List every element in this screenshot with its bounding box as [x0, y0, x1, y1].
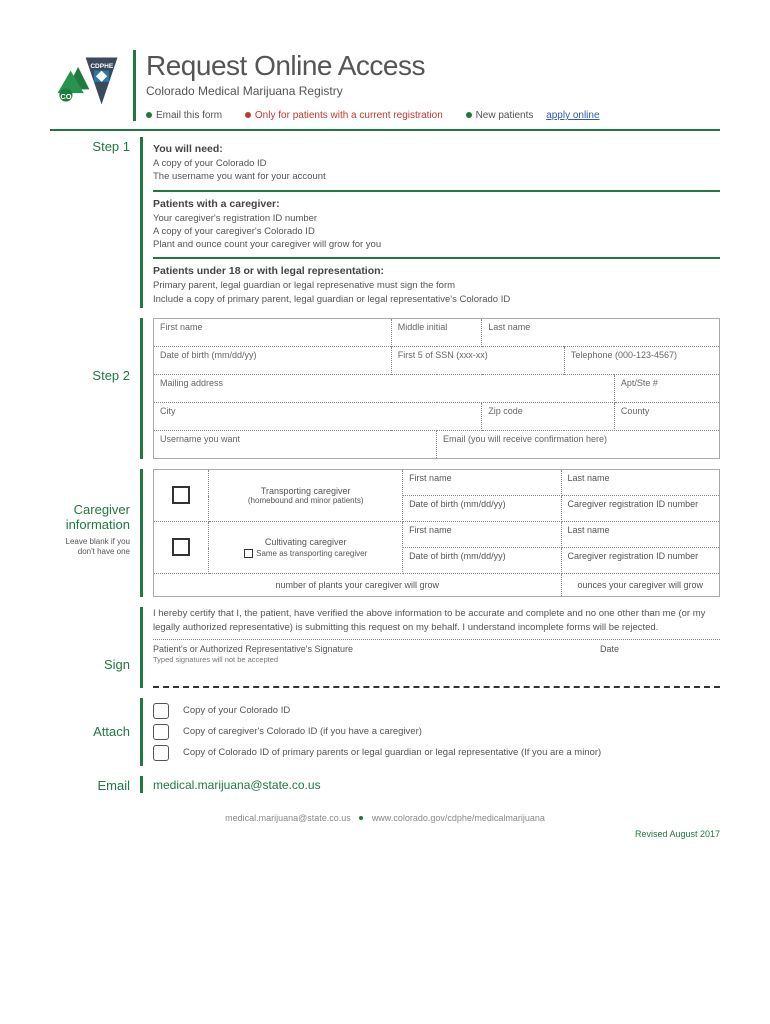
last-name-field[interactable]: Last name — [482, 319, 720, 347]
minor-heading: Patients under 18 or with legal represen… — [153, 265, 720, 277]
email-field[interactable]: Email (you will receive confirmation her… — [437, 431, 720, 459]
cultivate-first-name[interactable]: First name — [403, 522, 561, 548]
footer-email: medical.marijuana@state.co.us — [225, 813, 351, 823]
signature-line[interactable] — [153, 686, 720, 688]
certify-text: I hereby certify that I, the patient, ha… — [153, 607, 720, 640]
page-title: Request Online Access — [146, 50, 720, 82]
step-1-section: Step 1 You will need: A copy of your Col… — [50, 137, 720, 308]
caregiver-section: Caregiver information Leave blank if you… — [50, 469, 720, 597]
dob-field[interactable]: Date of birth (mm/dd/yy) — [154, 347, 392, 375]
bullet-current-only: Only for patients with a current registr… — [255, 110, 443, 121]
header-bullets: Email this form Only for patients with a… — [146, 110, 720, 121]
patient-info-table: First name Middle initial Last name Date… — [153, 318, 720, 459]
first-name-field[interactable]: First name — [154, 319, 392, 347]
zip-field[interactable]: Zip code — [482, 403, 615, 431]
email-section: Email medical.marijuana@state.co.us — [50, 776, 720, 793]
username-field[interactable]: Username you want — [154, 431, 437, 459]
svg-text:CO: CO — [60, 92, 71, 101]
apply-online-link[interactable]: apply online — [546, 110, 599, 121]
cultivate-last-name[interactable]: Last name — [561, 522, 719, 548]
need-line-1: A copy of your Colorado ID — [153, 157, 720, 170]
attach-item-1: Copy of your Colorado ID — [183, 705, 290, 716]
cdphe-logo: CO CDPHE — [50, 50, 125, 116]
plants-field[interactable]: number of plants your caregiver will gro… — [154, 574, 562, 597]
same-as-label: Same as transporting caregiver — [256, 549, 367, 558]
bullet-new-patients: New patients — [476, 110, 537, 121]
county-field[interactable]: County — [614, 403, 719, 431]
need-line-2: The username you want for your account — [153, 170, 720, 183]
attach-item-3: Copy of Colorado ID of primary parents o… — [183, 747, 601, 758]
cultivate-reg-id[interactable]: Caregiver registration ID number — [561, 548, 719, 574]
caregiver-line-3: Plant and ounce count your caregiver wil… — [153, 238, 720, 251]
transporting-sublabel: (homebound and minor patients) — [213, 496, 398, 505]
attach-item-2: Copy of caregiver's Colorado ID (if you … — [183, 726, 422, 737]
step-1-label: Step 1 — [50, 137, 140, 308]
same-as-checkbox[interactable] — [244, 549, 253, 558]
transport-first-name[interactable]: First name — [403, 470, 561, 496]
step-2-label: Step 2 — [50, 318, 140, 459]
date-label: Date — [600, 644, 720, 664]
email-address: medical.marijuana@state.co.us — [153, 776, 720, 792]
ounces-field[interactable]: ounces your caregiver will grow — [561, 574, 719, 597]
svg-text:CDPHE: CDPHE — [90, 63, 114, 70]
mailing-address-field[interactable]: Mailing address — [154, 375, 615, 403]
footer: medical.marijuana@state.co.us www.colora… — [50, 813, 720, 839]
transport-dob[interactable]: Date of birth (mm/dd/yy) — [403, 496, 561, 522]
sign-label: Sign — [50, 607, 140, 688]
footer-url: www.colorado.gov/cdphe/medicalmarijuana — [372, 813, 545, 823]
email-label: Email — [50, 776, 140, 793]
cultivating-checkbox[interactable] — [172, 538, 190, 556]
transporting-label: Transporting caregiver — [213, 486, 398, 496]
caregiver-heading: Patients with a caregiver: — [153, 198, 720, 210]
sign-section: Sign I hereby certify that I, the patien… — [50, 607, 720, 688]
minor-line-2: Include a copy of primary parent, legal … — [153, 293, 720, 306]
minor-line-1: Primary parent, legal guardian or legal … — [153, 279, 720, 292]
ssn-field[interactable]: First 5 of SSN (xxx-xx) — [391, 347, 564, 375]
transport-last-name[interactable]: Last name — [561, 470, 719, 496]
attach-label: Attach — [50, 698, 140, 766]
middle-initial-field[interactable]: Middle initial — [391, 319, 482, 347]
caregiver-table: Transporting caregiver (homebound and mi… — [153, 469, 720, 597]
header: CO CDPHE Request Online Access Colorado … — [50, 50, 720, 131]
caregiver-sublabel: Leave blank if you don't have one — [50, 537, 130, 556]
step-2-section: Step 2 First name Middle initial Last na… — [50, 318, 720, 459]
city-field[interactable]: City — [154, 403, 482, 431]
attach-checkbox-1[interactable] — [153, 703, 169, 719]
cultivating-label: Cultivating caregiver — [213, 537, 398, 547]
footer-revised: Revised August 2017 — [50, 829, 720, 839]
telephone-field[interactable]: Telephone (000-123-4567) — [564, 347, 719, 375]
cultivate-dob[interactable]: Date of birth (mm/dd/yy) — [403, 548, 561, 574]
signature-label: Patient's or Authorized Representative's… — [153, 644, 600, 654]
transporting-checkbox[interactable] — [172, 486, 190, 504]
page-subtitle: Colorado Medical Marijuana Registry — [146, 84, 720, 98]
bullet-email-form: Email this form — [156, 110, 222, 121]
caregiver-line-1: Your caregiver's registration ID number — [153, 212, 720, 225]
attach-checkbox-2[interactable] — [153, 724, 169, 740]
signature-note: Typed signatures will not be accepted — [153, 655, 600, 664]
apt-field[interactable]: Apt/Ste # — [614, 375, 719, 403]
attach-section: Attach Copy of your Colorado ID Copy of … — [50, 698, 720, 766]
caregiver-label: Caregiver information — [50, 503, 130, 533]
need-heading: You will need: — [153, 143, 720, 155]
attach-checkbox-3[interactable] — [153, 745, 169, 761]
transport-reg-id[interactable]: Caregiver registration ID number — [561, 496, 719, 522]
caregiver-line-2: A copy of your caregiver's Colorado ID — [153, 225, 720, 238]
